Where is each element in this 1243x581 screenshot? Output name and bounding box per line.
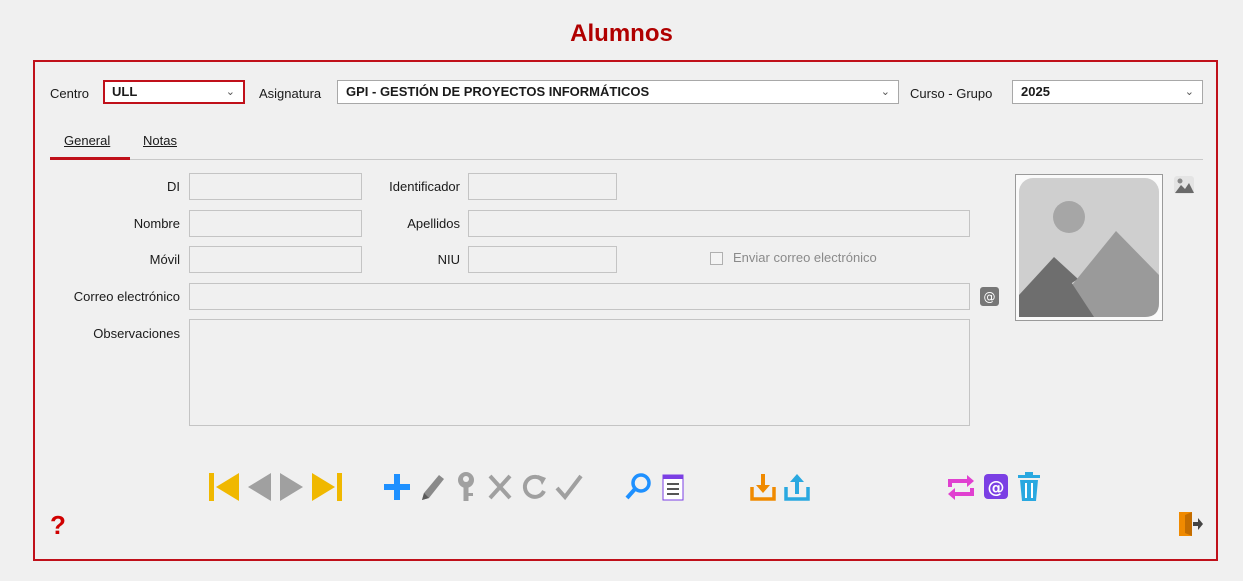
asignatura-value: GPI - GESTIÓN DE PROYECTOS INFORMÁTICOS: [346, 84, 650, 99]
observaciones-label: Observaciones: [93, 326, 180, 341]
cancel-icon[interactable]: [485, 469, 515, 505]
enviar-correo-checkbox[interactable]: [710, 252, 723, 265]
chevron-down-icon: ⌄: [880, 86, 890, 98]
asignatura-select[interactable]: GPI - GESTIÓN DE PROYECTOS INFORMÁTICOS …: [337, 80, 899, 104]
email-icon[interactable]: @: [981, 469, 1011, 505]
photo-icon[interactable]: [1173, 174, 1195, 196]
export-icon[interactable]: [782, 469, 812, 505]
correo-label: Correo electrónico: [73, 289, 180, 304]
di-label: DI: [167, 179, 180, 194]
nombre-field[interactable]: [189, 210, 362, 237]
tab-divider: [50, 159, 1203, 160]
trash-icon[interactable]: [1015, 469, 1043, 505]
svg-text:@: @: [988, 478, 1005, 498]
tab-selected-indicator: [50, 157, 130, 160]
svg-text:@: @: [984, 290, 996, 304]
main-panel: Centro ULL ⌄ Asignatura GPI - GESTIÓN DE…: [33, 60, 1218, 561]
list-icon[interactable]: [659, 469, 687, 505]
apellidos-field[interactable]: [468, 210, 970, 237]
first-icon[interactable]: [207, 469, 241, 505]
tab-notas[interactable]: Notas: [143, 133, 177, 148]
add-icon[interactable]: [381, 469, 413, 505]
observaciones-field[interactable]: [189, 319, 970, 426]
help-icon[interactable]: ?: [50, 510, 66, 541]
centro-value: ULL: [112, 84, 138, 99]
niu-field[interactable]: [468, 246, 617, 273]
di-field[interactable]: [189, 173, 362, 200]
correo-field[interactable]: [189, 283, 970, 310]
student-photo: [1015, 174, 1163, 321]
niu-label: NIU: [437, 252, 460, 267]
nombre-label: Nombre: [133, 216, 180, 231]
chevron-down-icon: ⌄: [1184, 86, 1194, 98]
next-icon[interactable]: [278, 469, 306, 505]
asignatura-label: Asignatura: [259, 86, 322, 101]
curso-select[interactable]: 2025 ⌄: [1012, 80, 1203, 104]
movil-label: Móvil: [149, 252, 180, 267]
page-title: Alumnos: [570, 20, 673, 47]
tab-general[interactable]: General: [64, 133, 110, 148]
movil-field[interactable]: [189, 246, 362, 273]
curso-value: 2025: [1021, 84, 1050, 99]
key-icon[interactable]: [451, 469, 481, 505]
exit-icon[interactable]: [1178, 510, 1204, 538]
chevron-down-icon: ⌄: [225, 86, 235, 98]
centro-select[interactable]: ULL ⌄: [103, 80, 245, 104]
sync-icon[interactable]: [945, 469, 977, 505]
curso-label: Curso - Grupo: [910, 86, 993, 101]
refresh-icon[interactable]: [519, 469, 549, 505]
email-at-icon[interactable]: @: [980, 287, 999, 306]
previous-icon[interactable]: [245, 469, 273, 505]
accept-icon[interactable]: [553, 469, 585, 505]
edit-icon[interactable]: [417, 469, 447, 505]
identificador-field[interactable]: [468, 173, 617, 200]
identificador-label: Identificador: [389, 179, 460, 194]
centro-label: Centro: [50, 86, 90, 101]
apellidos-label: Apellidos: [407, 216, 460, 231]
import-icon[interactable]: [748, 469, 778, 505]
search-icon[interactable]: [623, 469, 653, 505]
last-icon[interactable]: [310, 469, 344, 505]
enviar-correo-label: Enviar correo electrónico: [733, 250, 877, 265]
